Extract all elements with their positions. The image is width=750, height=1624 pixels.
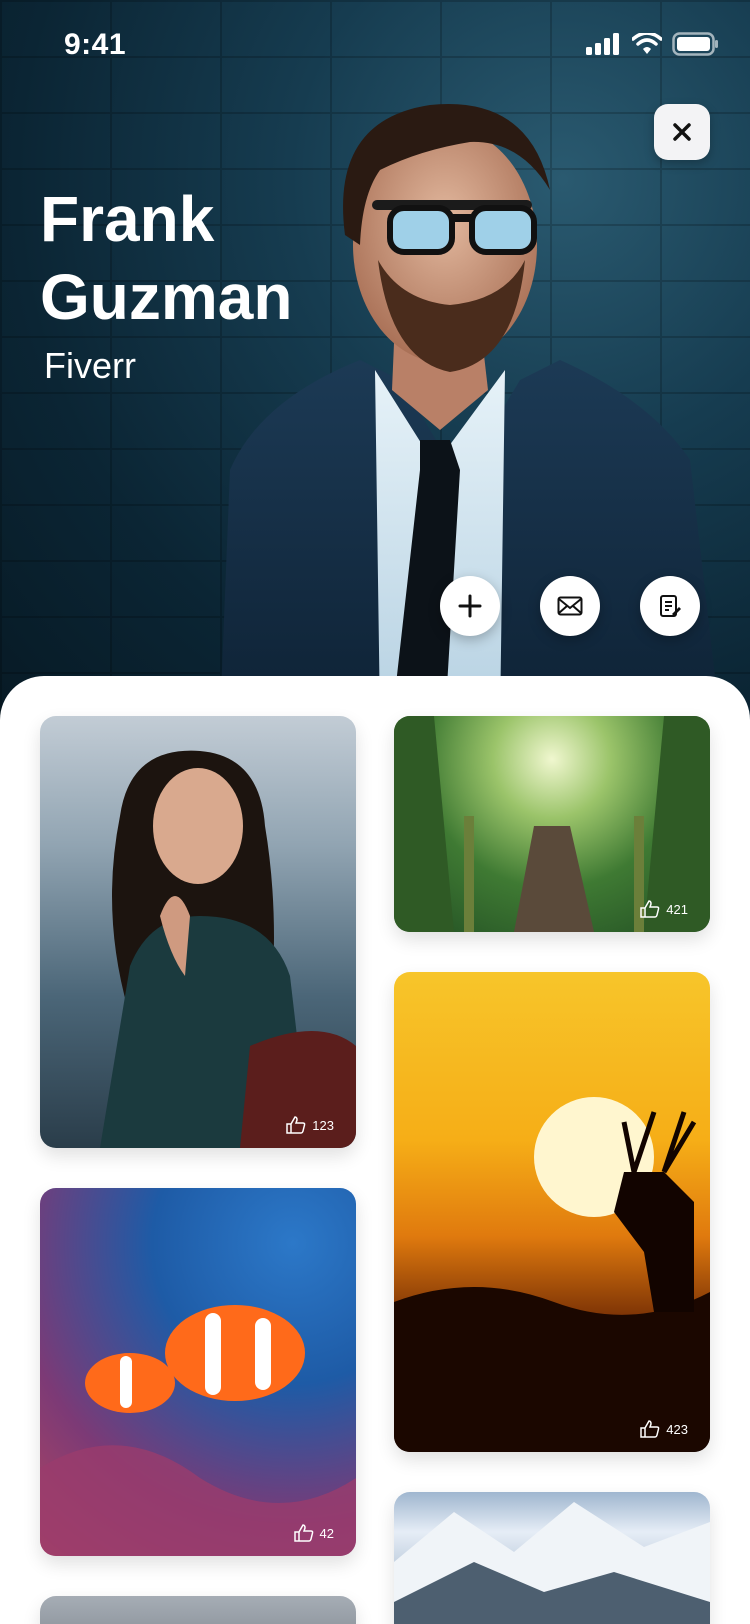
woman-photo (100, 750, 356, 1148)
gallery-card-woman-portrait[interactable]: 123 (40, 716, 356, 1148)
battery-icon (672, 32, 718, 56)
likes-value: 123 (312, 1117, 334, 1133)
clownfish-photo (40, 1305, 356, 1556)
signal-icon (586, 33, 619, 55)
note-icon (660, 595, 681, 617)
likes-count[interactable]: 123 (286, 1116, 334, 1134)
likes-count[interactable]: 42 (293, 1524, 334, 1542)
thumbs-up-icon (640, 900, 660, 918)
message-button[interactable] (540, 576, 600, 636)
likes-value: 423 (666, 1421, 688, 1437)
gallery-card-mountains[interactable] (394, 1492, 710, 1624)
status-icons (586, 32, 720, 56)
mountain-photo (394, 1502, 710, 1624)
hero-cover: 9:41 Frank Guzman Fiverr (0, 0, 750, 720)
note-button[interactable] (640, 576, 700, 636)
mail-icon (557, 596, 583, 616)
sunset-photo (394, 1097, 710, 1452)
likes-count[interactable]: 423 (640, 1420, 688, 1438)
add-button[interactable] (440, 576, 500, 636)
thumbs-up-icon (286, 1116, 306, 1134)
gallery-card-forest-path[interactable]: 421 (394, 716, 710, 932)
plus-icon (458, 594, 482, 618)
likes-value: 42 (319, 1525, 334, 1541)
status-time: 9:41 (64, 28, 127, 61)
profile-name: Frank Guzman (40, 183, 293, 333)
wifi-icon (632, 33, 662, 54)
gallery-card-deer-sunset[interactable]: 423 (394, 972, 710, 1452)
likes-value: 421 (666, 901, 688, 917)
close-icon (673, 123, 691, 141)
gallery-card-building[interactable] (40, 1596, 356, 1624)
thumbs-up-icon (640, 1420, 660, 1438)
profile-screen: 9:41 Frank Guzman Fiverr 123 421 423 42 (0, 0, 750, 1624)
gallery-card-clownfish[interactable]: 42 (40, 1188, 356, 1556)
close-button[interactable] (654, 104, 710, 160)
profile-company: Fiverr (44, 345, 136, 386)
likes-count[interactable]: 421 (640, 900, 688, 918)
thumbs-up-icon (293, 1524, 313, 1542)
